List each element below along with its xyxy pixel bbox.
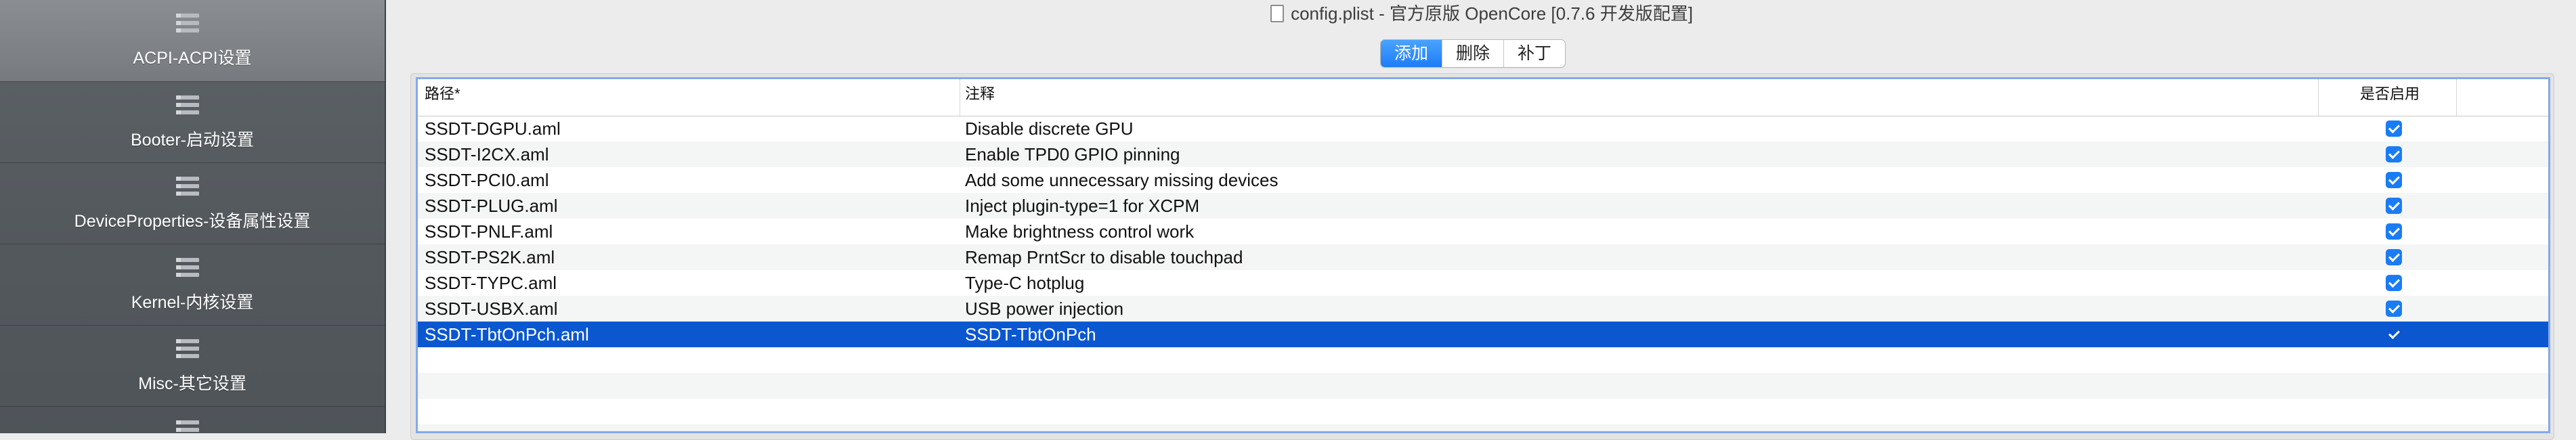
table-row[interactable]: SSDT-I2CX.aml Enable TPD0 GPIO pinning bbox=[418, 141, 2548, 167]
cell-comment: USB power injection bbox=[965, 299, 1124, 319]
cell-path: SSDT-I2CX.aml bbox=[425, 144, 549, 164]
table-row[interactable]: SSDT-TYPC.aml Type-C hotplug bbox=[418, 270, 2548, 296]
enabled-checkbox[interactable] bbox=[2386, 326, 2402, 343]
cell-comment: Add some unnecessary missing devices bbox=[965, 170, 1279, 190]
column-header-enabled[interactable]: 是否启用 bbox=[2360, 82, 2420, 104]
empty-row bbox=[418, 373, 2548, 399]
cell-comment: Type-C hotplug bbox=[965, 273, 1085, 293]
sidebar-item-misc[interactable]: Misc-其它设置 bbox=[0, 326, 385, 407]
list-icon bbox=[176, 95, 199, 116]
cell-path: SSDT-PLUG.aml bbox=[425, 196, 558, 216]
enabled-checkbox[interactable] bbox=[2386, 146, 2402, 162]
sidebar-item-acpi[interactable]: ACPI-ACPI设置 bbox=[0, 0, 385, 81]
table-row[interactable]: SSDT-PNLF.aml Make brightness control wo… bbox=[418, 219, 2548, 244]
table-row[interactable]: SSDT-DGPU.aml Disable discrete GPU bbox=[418, 116, 2548, 141]
sidebar-item-label: ACPI-ACPI设置 bbox=[133, 49, 252, 68]
empty-row bbox=[418, 347, 2548, 373]
sidebar-item-label: Booter-启动设置 bbox=[131, 131, 254, 150]
acpi-add-table: 路径* 注释 是否启用 SSDT-DGPU.aml Disable discre… bbox=[416, 77, 2550, 433]
list-icon bbox=[176, 339, 199, 359]
document-icon bbox=[1270, 5, 1285, 22]
enabled-checkbox[interactable] bbox=[2386, 120, 2402, 137]
tab-patch[interactable]: 补丁 bbox=[1503, 40, 1565, 67]
cell-comment: SSDT-TbtOnPch bbox=[965, 324, 1096, 345]
cell-comment: Make brightness control work bbox=[965, 221, 1195, 242]
cell-comment: Enable TPD0 GPIO pinning bbox=[965, 144, 1180, 164]
table-row[interactable]: SSDT-PCI0.aml Add some unnecessary missi… bbox=[418, 167, 2548, 193]
tab-add[interactable]: 添加 bbox=[1381, 40, 1442, 67]
sidebar-item-label: DeviceProperties-设备属性设置 bbox=[74, 212, 311, 231]
sidebar-item-kernel[interactable]: Kernel-内核设置 bbox=[0, 244, 385, 326]
cell-path: SSDT-TbtOnPch.aml bbox=[425, 324, 589, 345]
column-divider bbox=[2456, 79, 2457, 116]
column-header-comment[interactable]: 注释 bbox=[965, 82, 995, 104]
enabled-checkbox[interactable] bbox=[2386, 172, 2402, 188]
sidebar-item-label: Kernel-内核设置 bbox=[131, 293, 254, 312]
cell-path: SSDT-TYPC.aml bbox=[425, 273, 557, 293]
enabled-checkbox[interactable] bbox=[2386, 275, 2402, 291]
list-icon bbox=[176, 177, 199, 197]
list-icon bbox=[176, 258, 199, 278]
sidebar-item-booter[interactable]: Booter-启动设置 bbox=[0, 82, 385, 163]
cell-path: SSDT-USBX.aml bbox=[425, 299, 558, 319]
table-row[interactable]: SSDT-USBX.aml USB power injection bbox=[418, 296, 2548, 322]
list-icon bbox=[176, 14, 199, 34]
cell-path: SSDT-PCI0.aml bbox=[425, 170, 549, 190]
sidebar-item-next[interactable] bbox=[0, 407, 385, 433]
cell-comment: Disable discrete GPU bbox=[965, 118, 1134, 139]
cell-comment: Inject plugin-type=1 for XCPM bbox=[965, 196, 1200, 216]
cell-path: SSDT-PNLF.aml bbox=[425, 221, 553, 242]
empty-row bbox=[418, 399, 2548, 424]
cell-path: SSDT-PS2K.aml bbox=[425, 247, 555, 267]
window-title-bar: config.plist - 官方原版 OpenCore [0.7.6 开发版配… bbox=[387, 0, 2576, 31]
column-header-path[interactable]: 路径* bbox=[425, 82, 460, 104]
enabled-checkbox[interactable] bbox=[2386, 198, 2402, 214]
cell-comment: Remap PrntScr to disable touchpad bbox=[965, 247, 1243, 267]
table-row[interactable]: SSDT-PS2K.aml Remap PrntScr to disable t… bbox=[418, 244, 2548, 270]
enabled-checkbox[interactable] bbox=[2386, 249, 2402, 265]
section-tabs: 添加 删除 补丁 bbox=[1380, 39, 1566, 68]
list-icon bbox=[176, 420, 199, 433]
empty-row bbox=[418, 424, 2548, 431]
cell-path: SSDT-DGPU.aml bbox=[425, 118, 561, 139]
sidebar-item-deviceproperties[interactable]: DeviceProperties-设备属性设置 bbox=[0, 163, 385, 244]
sidebar-item-label: Misc-其它设置 bbox=[138, 374, 246, 393]
tab-delete[interactable]: 删除 bbox=[1442, 40, 1503, 67]
table-row-selected[interactable]: SSDT-TbtOnPch.aml SSDT-TbtOnPch bbox=[418, 322, 2548, 347]
table-header: 路径* 注释 是否启用 bbox=[418, 79, 2548, 116]
window-title: config.plist - 官方原版 OpenCore [0.7.6 开发版配… bbox=[1291, 3, 1693, 24]
enabled-checkbox[interactable] bbox=[2386, 223, 2402, 240]
column-divider bbox=[2318, 79, 2319, 116]
sidebar: ACPI-ACPI设置 Booter-启动设置 DeviceProperties… bbox=[0, 0, 386, 433]
table-row[interactable]: SSDT-PLUG.aml Inject plugin-type=1 for X… bbox=[418, 193, 2548, 219]
enabled-checkbox[interactable] bbox=[2386, 301, 2402, 317]
